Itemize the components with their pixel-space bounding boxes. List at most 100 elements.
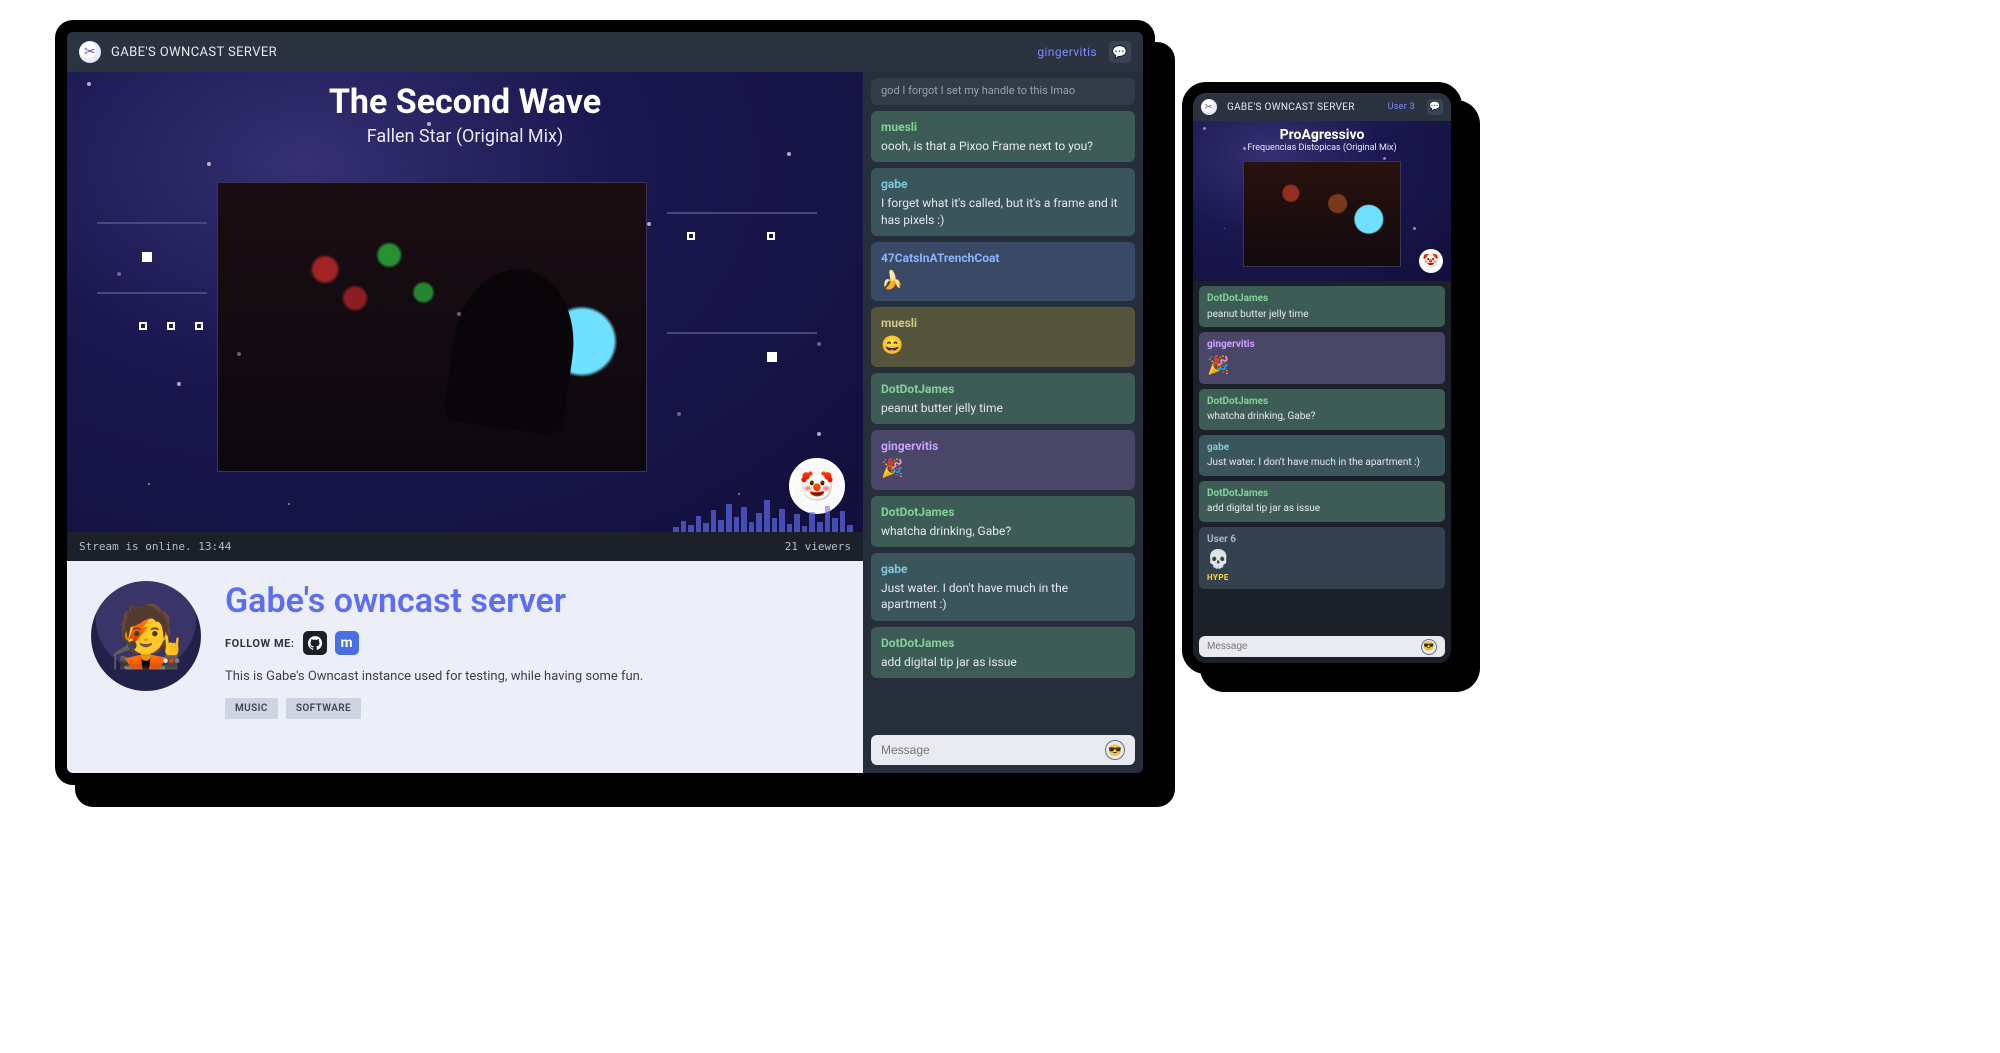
mastodon-icon: m [340,635,352,651]
chat-author[interactable]: DotDotJames [1207,487,1437,501]
chat-author[interactable]: gabe [881,176,1125,192]
chat-author[interactable]: DotDotJames [881,504,1125,520]
decoration-line [97,292,207,294]
chat-body: whatcha drinking, Gabe? [1207,411,1315,422]
chat-author[interactable]: gingervitis [881,438,1125,454]
now-playing-title: The Second Wave [67,72,863,122]
mobile-topbar: ✂ GABE'S OWNCAST SERVER User 3 💬 [1193,93,1451,121]
chat-message-truncated: god I forgot I set my handle to this lma… [871,78,1135,105]
server-name-heading: Gabe's owncast server [225,581,839,621]
chat-message-input[interactable] [871,735,1135,765]
chat-body: add digital tip jar as issue [881,655,1017,669]
hype-label: HYPE [1207,573,1437,584]
now-playing-subtitle: Fallen Star (Original Mix) [67,126,863,147]
mobile-video-stage[interactable]: ProAgressivo Frequencias Distopicas (Ori… [1193,121,1451,281]
decoration-square [687,232,695,240]
chat-author[interactable]: 47CatsInATrenchCoat [881,250,1125,266]
sunglasses-face-icon: 😎 [1108,744,1122,757]
chat-message: User 6 💀 HYPE [1199,527,1445,590]
chat-author[interactable]: DotDotJames [1207,292,1437,306]
chat-author[interactable]: muesli [881,119,1125,135]
chat-message: DotDotJames add digital tip jar as issue [871,627,1135,678]
mobile-chat-scroll[interactable]: DotDotJames peanut butter jelly time gin… [1193,281,1451,630]
chat-message: DotDotJames whatcha drinking, Gabe? [1199,389,1445,430]
chat-emoji: 🎉 [1207,355,1229,376]
video-player[interactable] [1243,161,1401,267]
chat-bubble-icon: 💬 [1429,102,1441,112]
chat-body: Just water. I don't have much in the apa… [1207,457,1420,468]
chat-bubble-icon: 💬 [1112,45,1127,59]
chat-message: muesli 😄 [871,307,1135,366]
chat-message: muesli oooh, is that a Pixoo Frame next … [871,111,1135,162]
site-title: GABE'S OWNCAST SERVER [1227,102,1355,113]
chat-toggle-button[interactable]: 💬 [1109,41,1131,63]
app-logo[interactable]: ✂ [79,41,101,63]
chat-toggle-button[interactable]: 💬 [1427,99,1443,115]
content-column: The Second Wave Fallen Star (Original Mi… [67,72,863,773]
github-icon [308,636,322,650]
site-title: GABE'S OWNCAST SERVER [111,45,277,60]
chat-body: oooh, is that a Pixoo Frame next to you? [881,139,1093,153]
chat-body: add digital tip jar as issue [1207,503,1320,514]
current-user-link[interactable]: User 3 [1388,102,1415,112]
streamer-avatar-badge[interactable]: 🤡 [1419,249,1443,273]
decoration-line [97,222,207,224]
chat-author[interactable]: gabe [1207,441,1437,455]
video-feed [1244,162,1400,266]
chat-author[interactable]: gingervitis [1207,338,1437,352]
chat-body: god I forgot I set my handle to this lma… [881,84,1075,97]
app-logo[interactable]: ✂ [1201,99,1217,115]
chat-author[interactable]: gabe [881,561,1125,577]
decoration-square [767,232,775,240]
tag-software[interactable]: SOFTWARE [286,698,361,719]
emoji-picker-button[interactable]: 😎 [1421,639,1437,655]
topbar: ✂ GABE'S OWNCAST SERVER gingervitis 💬 [67,32,1143,72]
chat-author[interactable]: User 6 [1207,533,1437,547]
video-player[interactable] [217,182,647,472]
chat-body: Just water. I don't have much in the apa… [881,581,1068,611]
mobile-window: ✂ GABE'S OWNCAST SERVER User 3 💬 ProAgre… [1182,82,1462,674]
social-github-link[interactable] [303,631,327,655]
follow-row: FOLLOW ME: m [225,631,839,655]
video-feed [218,183,646,471]
tag-music[interactable]: MUSIC [225,698,278,719]
chat-emoji: 🎉 [881,458,903,479]
chat-input-area: 😎 [863,727,1143,773]
avatar-icon: 🤡 [1423,254,1439,269]
chat-message: DotDotJames peanut butter jelly time [1199,286,1445,327]
hype-emote: 💀 [1207,548,1437,572]
chat-message: DotDotJames peanut butter jelly time [871,373,1135,424]
stream-info-panel: 🧑‍🎤 Gabe's owncast server FOLLOW ME: m T… [67,561,863,773]
chat-message: gingervitis 🎉 [1199,332,1445,384]
mobile-chat-input-area: 😎 [1193,630,1451,663]
avatar-art-icon: 🧑‍🎤 [109,601,184,672]
chat-panel: god I forgot I set my handle to this lma… [863,72,1143,773]
chat-author[interactable]: DotDotJames [881,381,1125,397]
viewer-count: 21 viewers [785,540,851,553]
tag-list: MUSIC SOFTWARE [225,698,839,719]
chat-scroll[interactable]: god I forgot I set my handle to this lma… [863,72,1143,727]
current-user-link[interactable]: gingervitis [1037,45,1097,59]
emoji-picker-button[interactable]: 😎 [1105,740,1125,760]
stream-status-text: Stream is online. 13:44 [79,540,231,553]
chat-emoji: 😄 [881,335,903,356]
decoration-line [667,212,817,214]
chat-message: gabe Just water. I don't have much in th… [1199,435,1445,476]
chat-message: gabe Just water. I don't have much in th… [871,553,1135,621]
chat-body: peanut butter jelly time [881,401,1003,415]
status-bar: Stream is online. 13:44 21 viewers [67,532,863,561]
chat-body: whatcha drinking, Gabe? [881,524,1011,538]
decoration-square [139,322,147,330]
chat-message: DotDotJames add digital tip jar as issue [1199,481,1445,522]
streamer-avatar: 🧑‍🎤 [91,581,201,691]
chat-emoji: 🍌 [881,270,903,291]
social-mastodon-link[interactable]: m [335,631,359,655]
video-stage[interactable]: The Second Wave Fallen Star (Original Mi… [67,72,863,532]
decoration-square [195,322,203,330]
chat-author[interactable]: DotDotJames [881,635,1125,651]
chat-message-input[interactable] [1199,636,1445,657]
chat-author[interactable]: DotDotJames [1207,395,1437,409]
chat-author[interactable]: muesli [881,315,1125,331]
now-playing-subtitle: Frequencias Distopicas (Original Mix) [1193,143,1451,153]
chat-message: gabe I forget what it's called, but it's… [871,168,1135,236]
